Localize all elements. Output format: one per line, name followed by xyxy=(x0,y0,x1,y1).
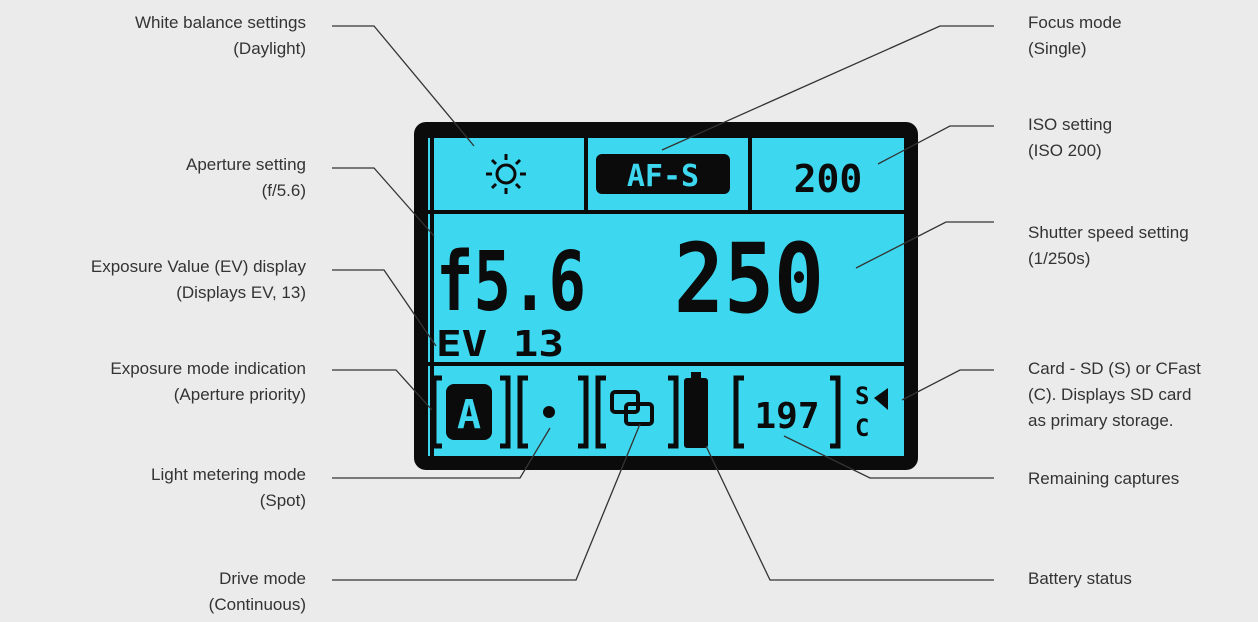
shutter-value: 250 xyxy=(674,223,824,335)
remaining-captures: 197 xyxy=(754,396,819,437)
iso-value: 200 xyxy=(794,157,863,201)
label-drive-mode: Drive mode (Continuous) xyxy=(208,569,306,614)
card-cfast-letter: C xyxy=(855,414,869,442)
focus-mode-text: AF-S xyxy=(627,159,699,194)
lcd-diagram: AF-S 200 f5.6 250 EV 13 A 197 S C xyxy=(332,25,994,581)
label-focus-mode: Focus mode (Single) xyxy=(1028,13,1122,58)
label-aperture-setting: Aperture setting (f/5.6) xyxy=(185,155,306,200)
diagram: AF-S 200 f5.6 250 EV 13 A 197 S C White … xyxy=(0,0,1258,622)
label-battery-status: Battery status xyxy=(1028,569,1132,588)
label-ev-display: Exposure Value (EV) display (Displays EV,… xyxy=(90,257,306,302)
ev-value: EV 13 xyxy=(436,324,564,365)
label-card: Card - SD (S) or CFast (C). Displays SD c… xyxy=(1028,359,1201,430)
battery-icon xyxy=(684,372,708,448)
label-remaining-captures: Remaining captures xyxy=(1028,469,1180,488)
label-exposure-mode: Exposure mode indication (Aperture priori… xyxy=(110,359,306,404)
aperture-value: f5.6 xyxy=(436,235,586,330)
label-iso-setting: ISO setting (ISO 200) xyxy=(1028,115,1113,160)
card-sd-letter: S xyxy=(855,382,869,410)
label-white-balance: White balance settings (Daylight) xyxy=(134,13,306,58)
label-metering-mode: Light metering mode (Spot) xyxy=(151,465,306,510)
exposure-mode-text: A xyxy=(457,392,481,438)
label-shutter-speed: Shutter speed setting (1/250s) xyxy=(1028,223,1189,268)
spot-metering-icon xyxy=(543,406,555,418)
